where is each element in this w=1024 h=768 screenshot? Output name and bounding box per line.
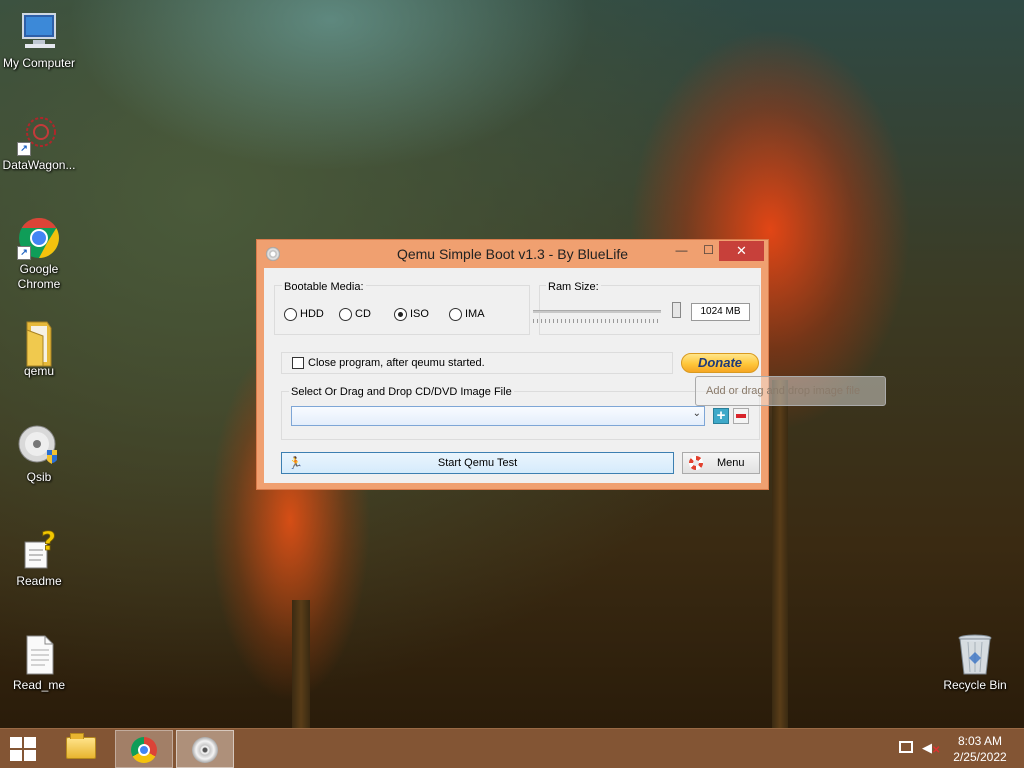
- radio-circle-selected: [394, 308, 407, 321]
- windows-logo-icon: [24, 737, 36, 748]
- taskbar: ◀ ✕ 8:03 AM 2/25/2022: [0, 728, 1024, 768]
- text-file-icon: [17, 632, 61, 676]
- bootable-media-label: Bootable Media:: [282, 281, 366, 293]
- wallpaper-stem: [772, 380, 788, 728]
- close-after-start-label: Close program, after qeumu started.: [308, 357, 485, 369]
- image-file-label: Select Or Drag and Drop CD/DVD Image Fil…: [289, 386, 514, 398]
- wallpaper-stem: [292, 600, 310, 728]
- desktop-icon-label: Readme: [16, 574, 62, 588]
- cd-icon: [192, 737, 218, 763]
- minimize-button[interactable]: —: [668, 241, 695, 261]
- desktop-icon-qsib[interactable]: Qsib: [1, 424, 77, 485]
- recycle-bin-icon: [953, 632, 997, 676]
- svg-text:?: ?: [41, 528, 56, 557]
- ram-size-value: 1024 MB: [691, 303, 750, 321]
- image-file-combobox[interactable]: ⌄: [291, 406, 705, 426]
- network-icon[interactable]: [899, 741, 913, 753]
- desktop-icon-label: DataWagon...: [2, 158, 76, 172]
- qemu-simple-boot-window[interactable]: Qemu Simple Boot v1.3 - By BlueLife — ☐ …: [256, 239, 769, 490]
- title-bar[interactable]: Qemu Simple Boot v1.3 - By BlueLife — ☐ …: [257, 240, 768, 269]
- cd-shield-icon: [17, 424, 61, 468]
- taskbar-google-chrome[interactable]: [115, 730, 173, 768]
- desktop-icon-recycle-bin[interactable]: Recycle Bin: [937, 632, 1013, 693]
- radio-circle: [449, 308, 462, 321]
- system-clock[interactable]: 8:03 AM 2/25/2022: [948, 733, 1012, 765]
- tooltip: Add or drag and drop image file: [695, 376, 886, 406]
- datawagon-icon: ↗: [17, 112, 61, 156]
- close-after-start-checkbox[interactable]: [292, 357, 304, 369]
- start-button[interactable]: [10, 737, 36, 761]
- desktop-icon-google-chrome[interactable]: ↗ Google Chrome: [1, 216, 77, 292]
- radio-label: CD: [355, 308, 371, 320]
- taskbar-file-explorer[interactable]: [52, 730, 110, 768]
- chevron-down-icon[interactable]: ⌄: [693, 408, 701, 419]
- maximize-button[interactable]: ☐: [695, 241, 722, 261]
- clock-date: 2/25/2022: [953, 750, 1007, 764]
- start-qemu-test-label: Start Qemu Test: [437, 457, 518, 469]
- windows-logo-icon: [10, 750, 22, 761]
- volume-icon[interactable]: ◀: [922, 741, 932, 755]
- folder-icon: [66, 733, 96, 759]
- ram-slider-track[interactable]: [533, 310, 661, 313]
- windows-logo-icon: [10, 737, 22, 748]
- radio-label: HDD: [300, 308, 324, 320]
- desktop-icon-label: Qsib: [26, 470, 52, 484]
- computer-icon: [17, 10, 61, 54]
- ram-size-label: Ram Size:: [546, 281, 601, 293]
- menu-label: Menu: [717, 457, 745, 469]
- desktop-icon-readme[interactable]: ? Readme: [1, 527, 77, 589]
- help-document-icon: ?: [17, 527, 61, 572]
- desktop-icon-label: My Computer: [2, 56, 76, 70]
- shortcut-arrow-icon: ↗: [17, 142, 31, 156]
- ram-slider-ticks: [533, 319, 659, 323]
- radio-label: IMA: [465, 308, 485, 320]
- ram-slider-thumb[interactable]: [672, 302, 681, 318]
- close-button[interactable]: ✕: [719, 241, 764, 261]
- start-qemu-test-button[interactable]: 🏃 Start Qemu Test: [281, 452, 674, 474]
- windows-logo-icon: [24, 750, 36, 761]
- desktop-icon-read-me[interactable]: Read_me: [1, 632, 77, 693]
- radio-label: ISO: [410, 308, 429, 320]
- muted-icon: ✕: [932, 745, 941, 756]
- chrome-icon: ↗: [17, 216, 61, 260]
- menu-button[interactable]: Menu: [682, 452, 760, 474]
- desktop-icon-label: Read_me: [12, 678, 66, 692]
- desktop-icon-qemu-folder[interactable]: qemu: [1, 318, 77, 379]
- desktop-icon-my-computer[interactable]: My Computer: [1, 10, 77, 71]
- clock-time: 8:03 AM: [957, 734, 1003, 748]
- donate-button[interactable]: Donate: [681, 353, 759, 373]
- add-image-button[interactable]: +: [713, 408, 729, 424]
- close-after-start-panel: Close program, after qeumu started.: [281, 352, 673, 374]
- radio-circle: [339, 308, 352, 321]
- desktop-icon-label: Recycle Bin: [943, 678, 1007, 692]
- radio-circle: [284, 308, 297, 321]
- chrome-icon: [131, 737, 157, 763]
- shortcut-arrow-icon: ↗: [17, 246, 31, 260]
- remove-image-button[interactable]: [733, 408, 749, 424]
- lifebuoy-icon: [689, 456, 703, 470]
- folder-icon: [17, 318, 61, 367]
- window-client-area: Bootable Media: HDD CD ISO IMA Ram Size:…: [264, 268, 761, 483]
- desktop-icon-datawagon[interactable]: ↗ DataWagon...: [1, 112, 77, 173]
- taskbar-qemu-simple-boot[interactable]: [176, 730, 234, 768]
- running-man-icon: 🏃: [288, 456, 303, 470]
- desktop-icon-label: Google Chrome: [17, 262, 61, 291]
